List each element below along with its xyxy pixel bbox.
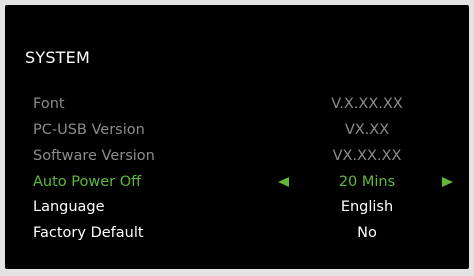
menu-item-label: Language	[33, 199, 105, 215]
menu-item-pc-usb-version: PC-USB Version VX.XX	[5, 120, 469, 140]
menu-item-value: No	[357, 225, 377, 241]
menu-item-label: Factory Default	[33, 225, 144, 241]
menu-item-value: English	[340, 199, 394, 215]
menu-item-language[interactable]: Language English	[5, 197, 469, 217]
menu-item-value: 20 Mins	[338, 174, 396, 190]
menu-item-value: VX.XX	[344, 122, 390, 138]
menu-item-label: Font	[33, 96, 65, 112]
menu-item-value: V.X.XX.XX	[331, 96, 403, 112]
menu-item-value: VX.XX.XX	[332, 148, 402, 164]
menu-item-label: Software Version	[33, 148, 155, 164]
page-title: SYSTEM	[25, 48, 90, 67]
menu-item-label: PC-USB Version	[33, 122, 145, 138]
menu-item-factory-default[interactable]: Factory Default No	[5, 223, 469, 243]
menu-item-font: Font V.X.XX.XX	[5, 94, 469, 114]
menu-item-software-version: Software Version VX.XX.XX	[5, 146, 469, 166]
menu-item-auto-power-off[interactable]: Auto Power Off 20 Mins	[5, 172, 469, 192]
system-menu-screen: SYSTEM Font V.X.XX.XX PC-USB Version VX.…	[5, 5, 469, 269]
right-arrow-icon[interactable]	[442, 177, 453, 187]
left-arrow-icon[interactable]	[278, 177, 289, 187]
menu-item-label: Auto Power Off	[33, 174, 142, 190]
